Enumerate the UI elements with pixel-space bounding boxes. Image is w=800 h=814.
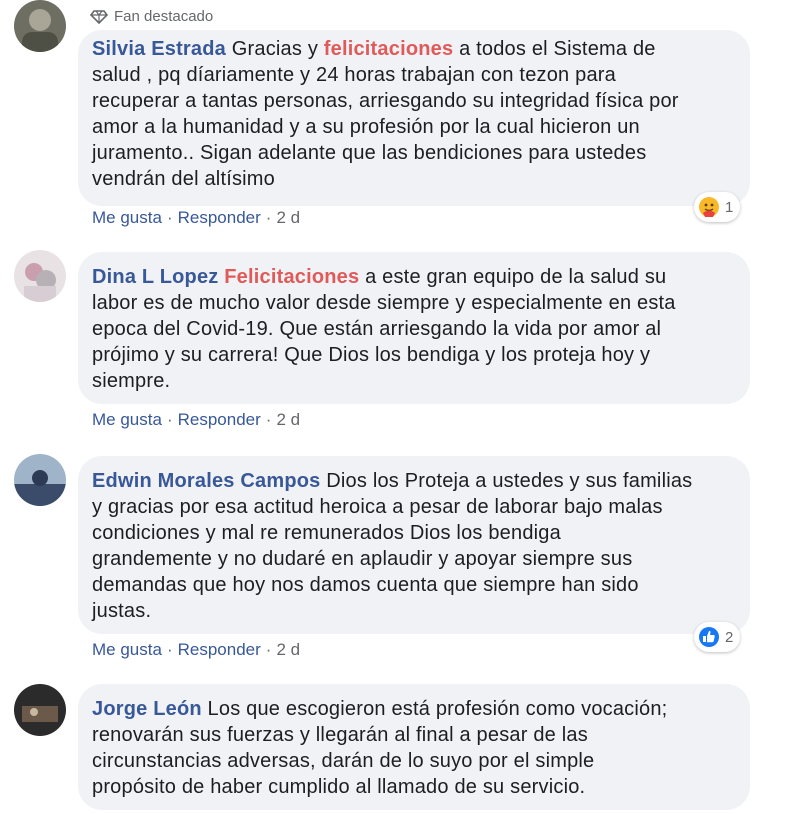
- highlighted-word: Felicitaciones: [224, 266, 360, 288]
- reaction-count: 1: [725, 198, 734, 216]
- comment-text: Jorge León Los que escogieron está profe…: [92, 696, 732, 800]
- timestamp[interactable]: 2 d: [276, 640, 300, 660]
- comment-actions: Me gusta · Responder · 2 d: [92, 208, 300, 228]
- avatar[interactable]: [14, 454, 66, 506]
- reaction-summary[interactable]: 2: [694, 622, 741, 652]
- comment-bubble: Edwin Morales Campos Dios los Proteja a …: [78, 456, 750, 634]
- like-link[interactable]: Me gusta: [92, 410, 162, 430]
- avatar[interactable]: [14, 250, 66, 302]
- separator: ·: [265, 410, 272, 429]
- comment-actions: Me gusta · Responder · 2 d: [92, 640, 300, 660]
- separator: ·: [166, 410, 173, 429]
- reply-link[interactable]: Responder: [178, 208, 261, 228]
- reaction-summary[interactable]: 1: [694, 192, 741, 222]
- reply-link[interactable]: Responder: [178, 640, 261, 660]
- reaction-count: 2: [725, 628, 734, 646]
- avatar[interactable]: [14, 684, 66, 736]
- comment-body: Dios los Proteja a ustedes y sus familia…: [92, 470, 693, 622]
- timestamp[interactable]: 2 d: [276, 410, 300, 430]
- avatar[interactable]: [14, 0, 66, 52]
- care-reaction-icon: [699, 197, 719, 217]
- comment-bubble: Silvia Estrada Gracias y felicitaciones …: [78, 30, 750, 206]
- comment-author[interactable]: Jorge León: [92, 698, 202, 720]
- comment-text: Edwin Morales Campos Dios los Proteja a …: [92, 468, 732, 624]
- comment-text: Silvia Estrada Gracias y felicitaciones …: [92, 36, 732, 192]
- comment-author[interactable]: Edwin Morales Campos: [92, 470, 321, 492]
- comment-body: a todos el Sistema de salud , pq díariam…: [92, 38, 679, 190]
- highlighted-word: felicitaciones: [323, 38, 454, 60]
- reply-link[interactable]: Responder: [178, 410, 261, 430]
- like-reaction-icon: [699, 627, 719, 647]
- badge-label: Fan destacado: [114, 8, 214, 25]
- separator: ·: [265, 208, 272, 227]
- like-link[interactable]: Me gusta: [92, 208, 162, 228]
- like-link[interactable]: Me gusta: [92, 640, 162, 660]
- comment-bubble: Jorge León Los que escogieron está profe…: [78, 684, 750, 810]
- top-fan-badge: Fan destacado: [90, 8, 213, 25]
- timestamp[interactable]: 2 d: [276, 208, 300, 228]
- separator: ·: [265, 640, 272, 659]
- separator: ·: [166, 208, 173, 227]
- comment-author[interactable]: Dina L Lopez: [92, 266, 218, 288]
- comment-bubble: Dina L Lopez Felicitaciones a este gran …: [78, 252, 750, 404]
- comment-actions: Me gusta · Responder · 2 d: [92, 410, 300, 430]
- comment-text: Dina L Lopez Felicitaciones a este gran …: [92, 264, 732, 394]
- diamond-icon: [90, 9, 108, 24]
- comment-author[interactable]: Silvia Estrada: [92, 38, 226, 60]
- comment-body: Gracias y: [231, 38, 324, 60]
- separator: ·: [166, 640, 173, 659]
